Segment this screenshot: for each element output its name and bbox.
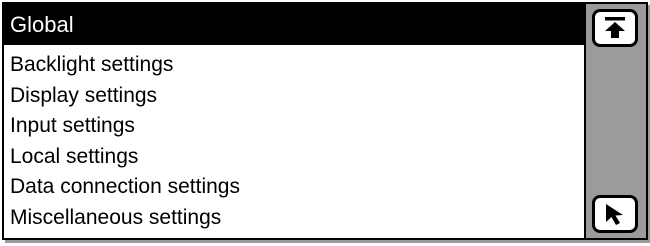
cursor-arrow-icon: [602, 201, 628, 227]
scroll-to-top-icon: [602, 15, 628, 41]
menu-item-display-settings[interactable]: Display settings: [4, 81, 584, 112]
menu-item-input-settings[interactable]: Input settings: [4, 111, 584, 142]
menu-list: Backlight settings Display settings Inpu…: [4, 50, 584, 233]
menu-item-backlight-settings[interactable]: Backlight settings: [4, 50, 584, 81]
menu-item-data-connection-settings[interactable]: Data connection settings: [4, 172, 584, 203]
cursor-select-button[interactable]: [592, 195, 638, 233]
scroll-rail: [584, 4, 646, 238]
menu-panel: Global Backlight settings Display settin…: [4, 4, 584, 238]
menu-title: Global: [4, 4, 584, 45]
menu-item-local-settings[interactable]: Local settings: [4, 142, 584, 173]
menu-window: Global Backlight settings Display settin…: [2, 2, 648, 240]
scroll-to-top-button[interactable]: [592, 9, 638, 47]
menu-item-miscellaneous-settings[interactable]: Miscellaneous settings: [4, 203, 584, 234]
